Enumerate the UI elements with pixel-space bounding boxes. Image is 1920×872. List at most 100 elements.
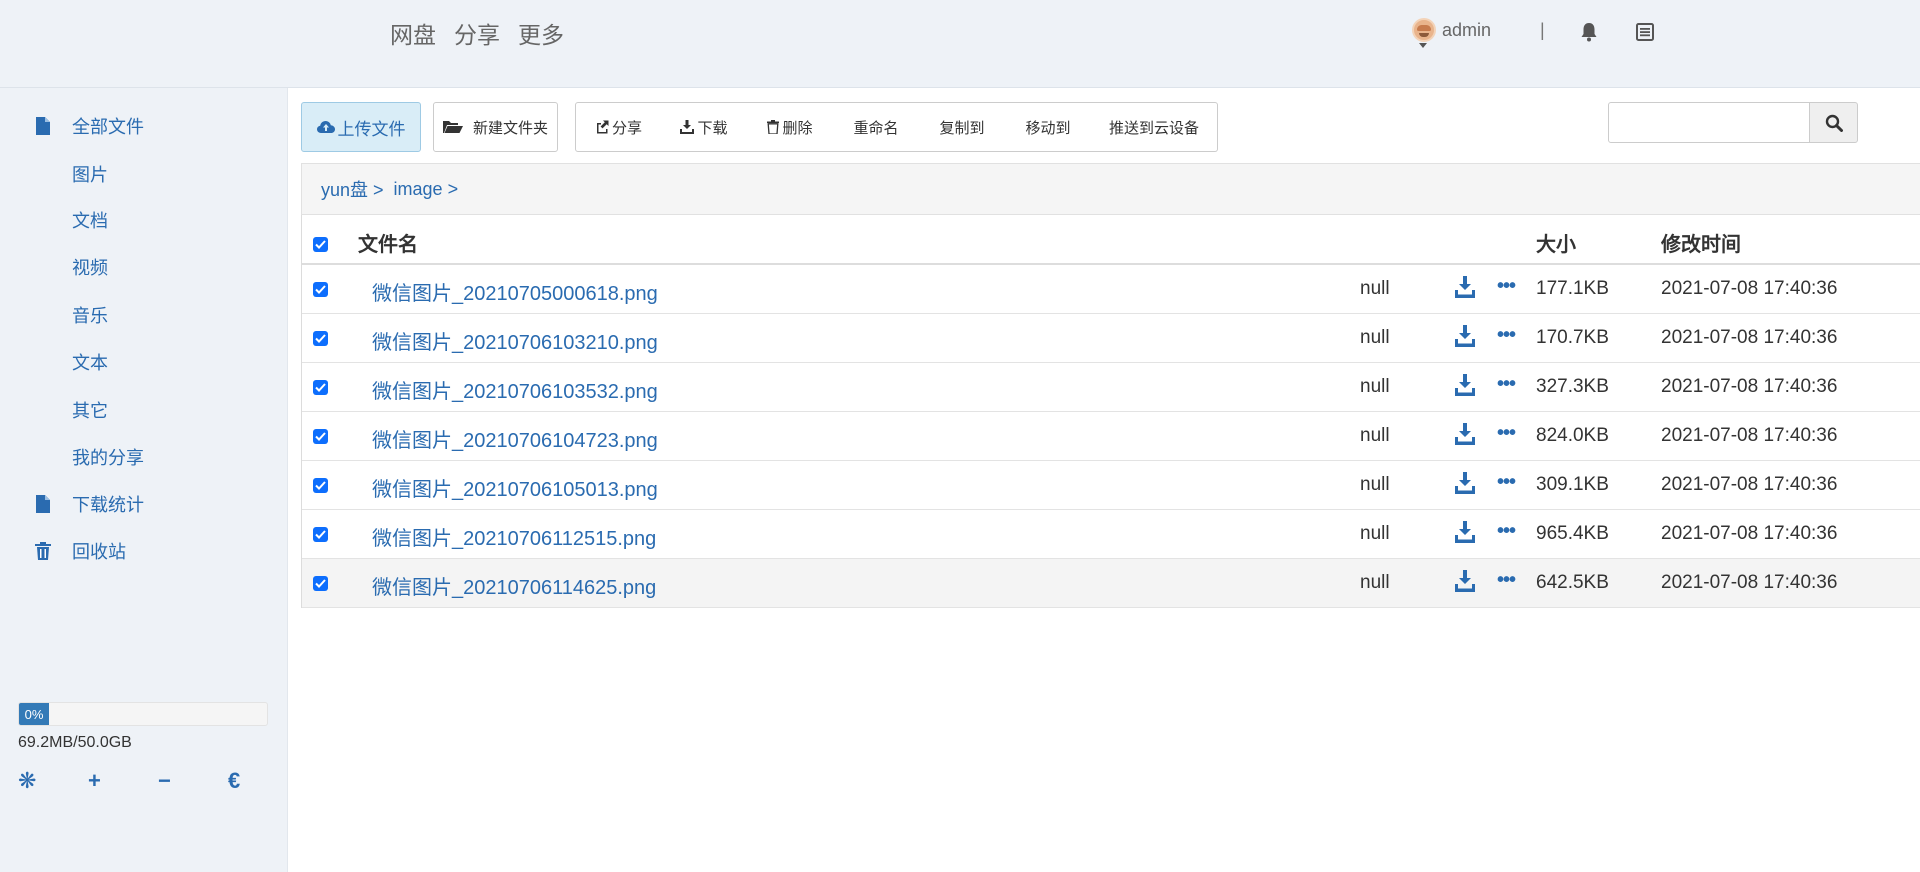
column-header-name[interactable]: 文件名 [358,228,418,257]
rename-button[interactable]: 重命名 [833,102,920,152]
sidebar-item-label: 下载统计 [72,495,144,515]
row-checkbox[interactable] [313,331,328,346]
sidebar-item-download-stats[interactable]: 下载统计 [32,490,144,518]
breadcrumb: yun盘 > image > [301,163,1920,215]
sidebar-item-my-shares[interactable]: 我的分享 [72,443,144,471]
sidebar-tools: ❋ + − € [18,768,298,794]
sidebar-item-all-files[interactable]: 全部文件 [32,112,144,140]
sidebar-item-label: 我的分享 [72,448,144,468]
row-checkbox[interactable] [313,282,328,297]
sidebar-item-label: 视频 [72,258,108,278]
download-icon[interactable] [1455,423,1475,445]
sidebar-item-label: 全部文件 [72,117,144,137]
download-label: 下载 [697,119,728,137]
column-header-modified[interactable]: 修改时间 [1661,228,1741,257]
file-name-link[interactable]: 微信图片_20210706103210.png [372,326,658,355]
plus-icon[interactable]: + [88,768,158,794]
sidebar-item-music[interactable]: 音乐 [72,301,108,329]
download-icon[interactable] [1455,276,1475,298]
download-icon[interactable] [1455,570,1475,592]
more-options-icon[interactable]: ••• [1497,520,1516,543]
file-modified-time: 2021-07-08 17:40:36 [1661,523,1838,544]
file-name-link[interactable]: 微信图片_20210706105013.png [372,473,658,502]
username[interactable]: admin [1442,20,1491,41]
nav-share[interactable]: 分享 [454,16,500,50]
nav-more[interactable]: 更多 [518,16,564,50]
sidebar-item-text[interactable]: 文本 [72,348,108,376]
table-row[interactable]: 微信图片_20210705000618.png null ••• 177.1KB… [302,265,1920,314]
table-row[interactable]: 微信图片_20210706104723.png null ••• 824.0KB… [302,412,1920,461]
download-icon[interactable] [1455,374,1475,396]
file-name-link[interactable]: 微信图片_20210706114625.png [372,571,656,600]
list-icon[interactable] [1636,23,1654,41]
more-options-icon[interactable]: ••• [1497,275,1516,298]
file-size: 642.5KB [1536,572,1609,593]
file-size: 824.0KB [1536,425,1609,446]
cloud-upload-icon [316,121,335,133]
sidebar-item-videos[interactable]: 视频 [72,253,108,281]
storage-quota-bar: 0% [18,702,268,726]
upload-file-button[interactable]: 上传文件 [301,102,421,152]
more-options-icon[interactable]: ••• [1497,422,1516,445]
file-name-link[interactable]: 微信图片_20210705000618.png [372,277,658,306]
push-to-cloud-button[interactable]: 推送到云设备 [1091,102,1218,152]
file-extra: null [1360,327,1390,348]
file-size: 309.1KB [1536,474,1609,495]
sidebar-item-images[interactable]: 图片 [72,160,108,188]
new-folder-label: 新建文件夹 [472,119,548,137]
file-size: 170.7KB [1536,327,1609,348]
download-icon[interactable] [1455,521,1475,543]
file-name-link[interactable]: 微信图片_20210706112515.png [372,522,656,551]
asterisk-icon[interactable]: ❋ [18,768,88,794]
file-name-link[interactable]: 微信图片_20210706104723.png [372,424,658,453]
row-checkbox[interactable] [313,478,328,493]
select-all-checkbox[interactable] [313,237,328,252]
row-checkbox[interactable] [313,429,328,444]
delete-button[interactable]: 删除 [747,102,834,152]
file-size: 965.4KB [1536,523,1609,544]
avatar[interactable] [1412,18,1436,42]
table-row[interactable]: 微信图片_20210706103532.png null ••• 327.3KB… [302,363,1920,412]
search-input[interactable] [1608,102,1810,143]
caret-down-icon[interactable] [1419,43,1427,48]
table-row[interactable]: 微信图片_20210706112515.png null ••• 965.4KB… [302,510,1920,559]
new-folder-button[interactable]: 新建文件夹 [433,102,558,152]
sidebar-item-other[interactable]: 其它 [72,396,108,424]
row-checkbox[interactable] [313,576,328,591]
file-extra: null [1360,474,1390,495]
more-options-icon[interactable]: ••• [1497,569,1516,592]
table-row[interactable]: 微信图片_20210706105013.png null ••• 309.1KB… [302,461,1920,510]
row-checkbox[interactable] [313,527,328,542]
more-options-icon[interactable]: ••• [1497,324,1516,347]
file-icon [32,493,54,515]
trash-icon [767,120,780,134]
sidebar-item-documents[interactable]: 文档 [72,206,108,234]
file-modified-time: 2021-07-08 17:40:36 [1661,572,1838,593]
minus-icon[interactable]: − [158,768,228,794]
bell-icon[interactable] [1580,22,1598,42]
column-header-size[interactable]: 大小 [1536,228,1576,257]
more-options-icon[interactable]: ••• [1497,471,1516,494]
move-to-button[interactable]: 移动到 [1005,102,1092,152]
storage-quota-fill: 0% [19,703,49,725]
user-menu[interactable]: admin [1412,18,1491,42]
search-button[interactable] [1809,102,1858,143]
table-row[interactable]: 微信图片_20210706103210.png null ••• 170.7KB… [302,314,1920,363]
euro-icon[interactable]: € [228,768,298,794]
share-button[interactable]: 分享 [575,102,662,152]
file-extra: null [1360,425,1390,446]
file-extra: null [1360,376,1390,397]
row-checkbox[interactable] [313,380,328,395]
download-icon[interactable] [1455,472,1475,494]
table-row[interactable]: 微信图片_20210706114625.png null ••• 642.5KB… [302,559,1920,608]
copy-to-button[interactable]: 复制到 [919,102,1006,152]
nav-netdisk[interactable]: 网盘 [390,16,436,50]
breadcrumb-image[interactable]: image > [394,179,459,200]
file-name-link[interactable]: 微信图片_20210706103532.png [372,375,658,404]
sidebar-item-recycle-bin[interactable]: 回收站 [32,537,126,565]
breadcrumb-root[interactable]: yun盘 > [321,176,384,202]
file-modified-time: 2021-07-08 17:40:36 [1661,425,1838,446]
download-icon[interactable] [1455,325,1475,347]
more-options-icon[interactable]: ••• [1497,373,1516,396]
download-button[interactable]: 下载 [661,102,748,152]
